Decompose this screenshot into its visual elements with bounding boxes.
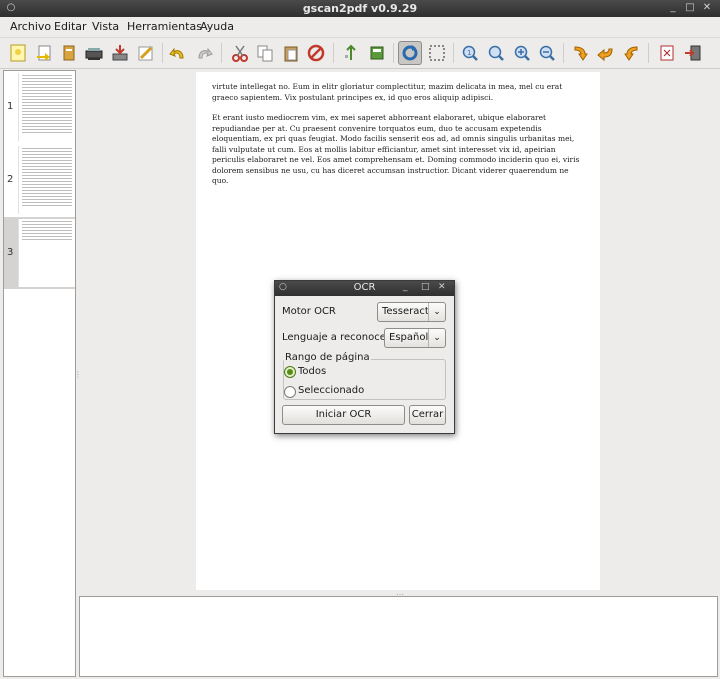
crop-select-icon[interactable] bbox=[425, 41, 449, 65]
toolbar-separator bbox=[393, 43, 394, 63]
thumbnail-page[interactable]: 2 bbox=[4, 144, 75, 216]
radio-selected[interactable] bbox=[284, 386, 296, 398]
email-icon[interactable] bbox=[134, 41, 158, 65]
engine-select-value: Tesseract bbox=[382, 306, 429, 317]
redo-icon[interactable] bbox=[192, 41, 216, 65]
language-select-value: Español bbox=[389, 332, 429, 343]
start-ocr-button[interactable]: Iniciar OCR bbox=[282, 405, 405, 425]
ocr-output-pane[interactable] bbox=[79, 596, 718, 677]
thumbnail-number: 3 bbox=[7, 247, 14, 258]
toolbar: 1 bbox=[0, 38, 720, 69]
zoom-fit-icon[interactable] bbox=[484, 41, 508, 65]
thumbnail-pane[interactable]: 1 2 3 bbox=[3, 70, 76, 677]
menubar: Archivo Editar Vista Herramientas Ayuda bbox=[0, 17, 720, 38]
page-paragraph: virtute intellegat no. Eum in elitr glor… bbox=[212, 82, 563, 102]
rotate-180-icon[interactable] bbox=[594, 41, 618, 65]
close-icon[interactable]: ✕ bbox=[700, 1, 714, 15]
toolbar-separator bbox=[453, 43, 454, 63]
scan-icon[interactable] bbox=[82, 41, 106, 65]
toolbar-separator bbox=[221, 43, 222, 63]
dialog-maximize-icon[interactable]: □ bbox=[421, 282, 430, 292]
new-document-icon[interactable] bbox=[6, 41, 30, 65]
menu-editar[interactable]: Editar bbox=[54, 20, 87, 33]
copy-icon[interactable] bbox=[253, 41, 277, 65]
menu-herramientas[interactable]: Herramientas bbox=[127, 20, 202, 33]
dialog-close-icon[interactable]: ✕ bbox=[438, 282, 446, 292]
thumbnail-image bbox=[18, 219, 75, 287]
svg-text:1: 1 bbox=[467, 49, 471, 57]
save-icon[interactable] bbox=[108, 41, 132, 65]
thumbnail-page-selected[interactable]: 3 bbox=[4, 217, 75, 289]
thumbnail-image bbox=[18, 146, 75, 214]
zoom-in-icon[interactable] bbox=[510, 41, 534, 65]
language-label: Lenguaje a reconocer bbox=[282, 332, 390, 343]
toolbar-separator bbox=[162, 43, 163, 63]
window-titlebar: ○ gscan2pdf v0.9.29 _ □ ✕ bbox=[0, 0, 720, 17]
chevron-down-icon: ⌄ bbox=[428, 303, 445, 321]
delete-icon[interactable] bbox=[304, 41, 328, 65]
close-button[interactable]: Cerrar bbox=[409, 405, 446, 425]
engine-select[interactable]: Tesseract ⌄ bbox=[377, 302, 446, 322]
engine-label: Motor OCR bbox=[282, 306, 336, 317]
import-icon[interactable] bbox=[57, 41, 81, 65]
open-icon[interactable] bbox=[32, 41, 56, 65]
toolbar-separator bbox=[333, 43, 334, 63]
radio-selected-label[interactable]: Seleccionado bbox=[298, 385, 364, 396]
page-range-label: Rango de página bbox=[284, 352, 371, 363]
undo-icon[interactable] bbox=[166, 41, 190, 65]
paste-icon[interactable] bbox=[279, 41, 303, 65]
maximize-icon[interactable]: □ bbox=[683, 1, 697, 15]
select-icon[interactable] bbox=[365, 41, 389, 65]
thumbnail-number: 2 bbox=[7, 174, 14, 185]
toolbar-separator bbox=[648, 43, 649, 63]
radio-all-label[interactable]: Todos bbox=[298, 366, 326, 377]
language-select[interactable]: Español ⌄ bbox=[384, 328, 446, 348]
rotate-270-icon[interactable] bbox=[620, 41, 644, 65]
window-title: gscan2pdf v0.9.29 bbox=[302, 2, 418, 15]
menu-ayuda[interactable]: Ayuda bbox=[200, 20, 234, 33]
quit-icon[interactable] bbox=[681, 41, 705, 65]
rotate-icon[interactable] bbox=[398, 41, 422, 65]
menu-archivo[interactable]: Archivo bbox=[10, 20, 51, 33]
menu-vista[interactable]: Vista bbox=[92, 20, 119, 33]
page-paragraph: Et erant iusto mediocrem vim, ex mei sap… bbox=[212, 113, 580, 185]
renumber-icon[interactable] bbox=[339, 41, 363, 65]
chevron-down-icon: ⌄ bbox=[428, 329, 445, 347]
thumbnail-number: 1 bbox=[7, 101, 14, 112]
toolbar-separator bbox=[563, 43, 564, 63]
print-icon[interactable] bbox=[655, 41, 679, 65]
dialog-titlebar: ○ OCR _ □ ✕ bbox=[275, 281, 454, 296]
rotate-90-icon[interactable] bbox=[568, 41, 592, 65]
zoom-out-icon[interactable] bbox=[535, 41, 559, 65]
minimize-icon[interactable]: _ bbox=[666, 1, 680, 15]
thumbnail-page[interactable]: 1 bbox=[4, 71, 75, 143]
radio-all[interactable] bbox=[284, 366, 296, 378]
zoom-100-icon[interactable]: 1 bbox=[458, 41, 482, 65]
thumbnail-image bbox=[18, 73, 75, 141]
cut-icon[interactable] bbox=[228, 41, 252, 65]
dialog-minimize-icon[interactable]: _ bbox=[403, 282, 408, 292]
